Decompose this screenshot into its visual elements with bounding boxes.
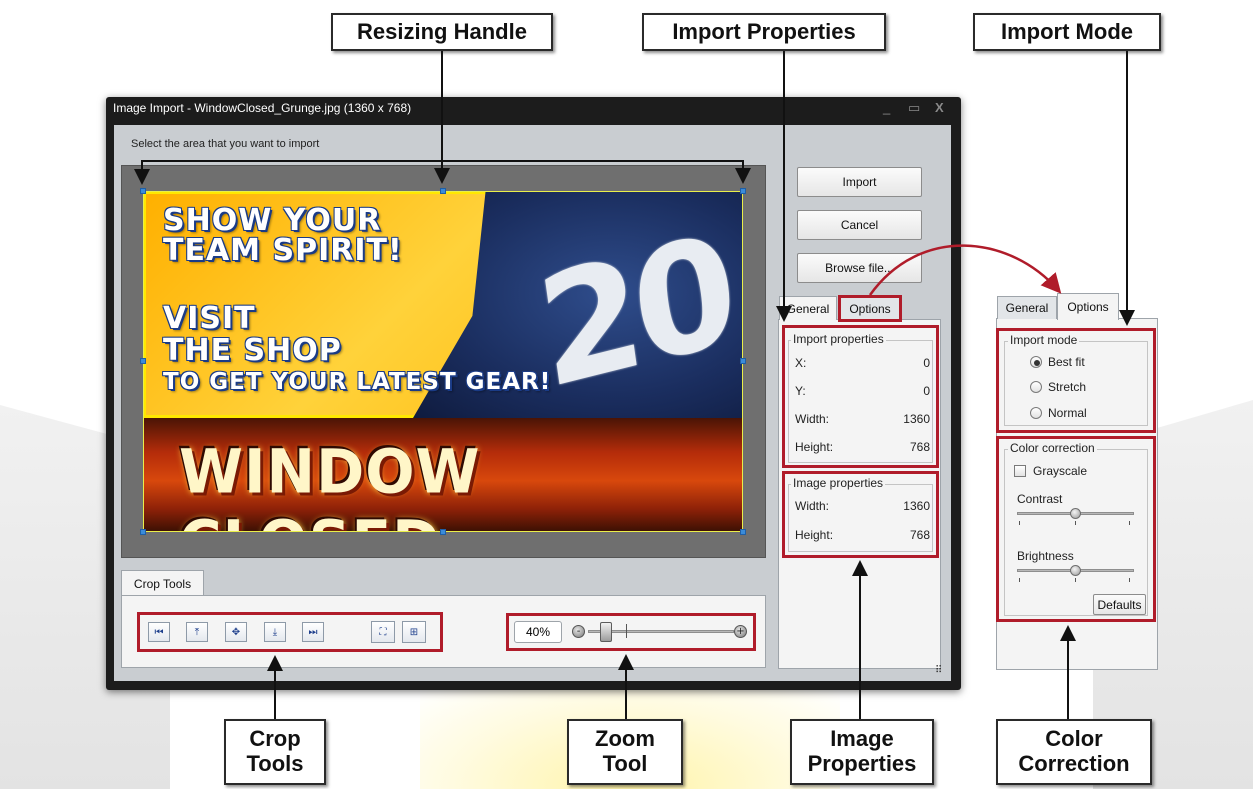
tab-general[interactable]: General xyxy=(779,296,837,320)
image-height-value: 768 xyxy=(909,528,930,542)
options-panel-tab-general[interactable]: General xyxy=(997,296,1057,319)
window-title: Image Import - WindowClosed_Grunge.jpg (… xyxy=(113,101,412,115)
radio-normal-label: Normal xyxy=(1048,406,1087,420)
callout-color-correction: Color Correction xyxy=(996,719,1152,785)
import-y-label: Y: xyxy=(795,384,806,398)
minimize-icon[interactable]: _ xyxy=(883,100,890,115)
brightness-slider-thumb[interactable] xyxy=(1070,565,1081,576)
align-right-icon[interactable]: ⏭ xyxy=(302,622,324,642)
tab-options[interactable]: Options xyxy=(838,295,902,322)
color-correction-title: Color correction xyxy=(1008,441,1097,455)
selection-rectangle[interactable] xyxy=(143,191,743,532)
zoom-slider-tick xyxy=(626,624,627,638)
zoom-out-button[interactable]: - xyxy=(572,625,585,638)
tab-crop-tools[interactable]: Crop Tools xyxy=(121,570,204,596)
instruction-text: Select the area that you want to import xyxy=(131,138,320,150)
callout-image-properties: Image Properties xyxy=(790,719,934,785)
import-properties-title: Import properties xyxy=(791,332,886,346)
maximize-icon[interactable]: ▭ xyxy=(908,100,920,116)
center-icon[interactable]: ✥ xyxy=(225,622,247,642)
crop-tools-highlight xyxy=(137,612,443,652)
image-properties-title: Image properties xyxy=(791,476,886,490)
resize-handle-top-left[interactable] xyxy=(140,188,146,194)
radio-normal[interactable] xyxy=(1030,407,1042,419)
import-y-value: 0 xyxy=(923,384,930,398)
callout-resizing-handle: Resizing Handle xyxy=(331,13,553,51)
radio-best-fit[interactable] xyxy=(1030,356,1042,368)
contrast-tick xyxy=(1075,521,1076,525)
resize-handle-bottom[interactable] xyxy=(440,529,446,535)
resize-handle-top-right[interactable] xyxy=(740,188,746,194)
fit-frame-icon[interactable]: ⛶ xyxy=(371,621,395,643)
resize-handle-top[interactable] xyxy=(440,188,446,194)
align-top-icon[interactable]: ⤒ xyxy=(186,622,208,642)
contrast-tick xyxy=(1019,521,1020,525)
import-width-label: Width: xyxy=(795,412,830,426)
import-mode-title: Import mode xyxy=(1008,333,1080,347)
callout-crop-tools: Crop Tools xyxy=(224,719,326,785)
contrast-label: Contrast xyxy=(1017,492,1063,506)
fit-width-icon[interactable]: ⊞ xyxy=(402,621,426,643)
cancel-button[interactable]: Cancel xyxy=(797,210,922,240)
import-height-value: 768 xyxy=(909,440,930,454)
resize-handle-right[interactable] xyxy=(740,358,746,364)
radio-best-fit-label: Best fit xyxy=(1048,355,1085,369)
import-height-label: Height: xyxy=(795,440,834,454)
align-left-icon[interactable]: ⏮ xyxy=(148,622,170,642)
brightness-tick xyxy=(1129,578,1130,582)
image-width-label: Width: xyxy=(795,499,830,513)
image-width-value: 1360 xyxy=(903,499,930,513)
brightness-tick xyxy=(1075,578,1076,582)
close-icon[interactable]: X xyxy=(935,100,944,115)
callout-import-mode: Import Mode xyxy=(973,13,1161,51)
contrast-slider-thumb[interactable] xyxy=(1070,508,1081,519)
zoom-in-button[interactable]: + xyxy=(734,625,747,638)
defaults-button[interactable]: Defaults xyxy=(1093,594,1146,615)
align-bottom-icon[interactable]: ⤓ xyxy=(264,622,286,642)
resize-grip-icon[interactable]: ⠿ xyxy=(935,665,942,676)
grayscale-checkbox[interactable] xyxy=(1014,465,1026,477)
resize-handle-left[interactable] xyxy=(140,358,146,364)
import-x-value: 0 xyxy=(923,356,930,370)
brightness-label: Brightness xyxy=(1017,549,1074,563)
browse-file-button[interactable]: Browse file... xyxy=(797,253,922,283)
grayscale-label: Grayscale xyxy=(1033,464,1088,478)
contrast-tick xyxy=(1129,521,1130,525)
radio-stretch-label: Stretch xyxy=(1048,380,1087,394)
options-panel-tab-options[interactable]: Options xyxy=(1057,293,1119,320)
image-height-label: Height: xyxy=(795,528,834,542)
zoom-slider-thumb[interactable] xyxy=(600,622,612,642)
brightness-tick xyxy=(1019,578,1020,582)
radio-stretch[interactable] xyxy=(1030,381,1042,393)
resize-handle-bottom-right[interactable] xyxy=(740,529,746,535)
import-width-value: 1360 xyxy=(903,412,930,426)
zoom-value[interactable]: 40% xyxy=(514,621,562,643)
resize-handle-bottom-left[interactable] xyxy=(140,529,146,535)
import-x-label: X: xyxy=(795,356,807,370)
callout-zoom-tool: Zoom Tool xyxy=(567,719,683,785)
import-button[interactable]: Import xyxy=(797,167,922,197)
callout-import-properties: Import Properties xyxy=(642,13,886,51)
